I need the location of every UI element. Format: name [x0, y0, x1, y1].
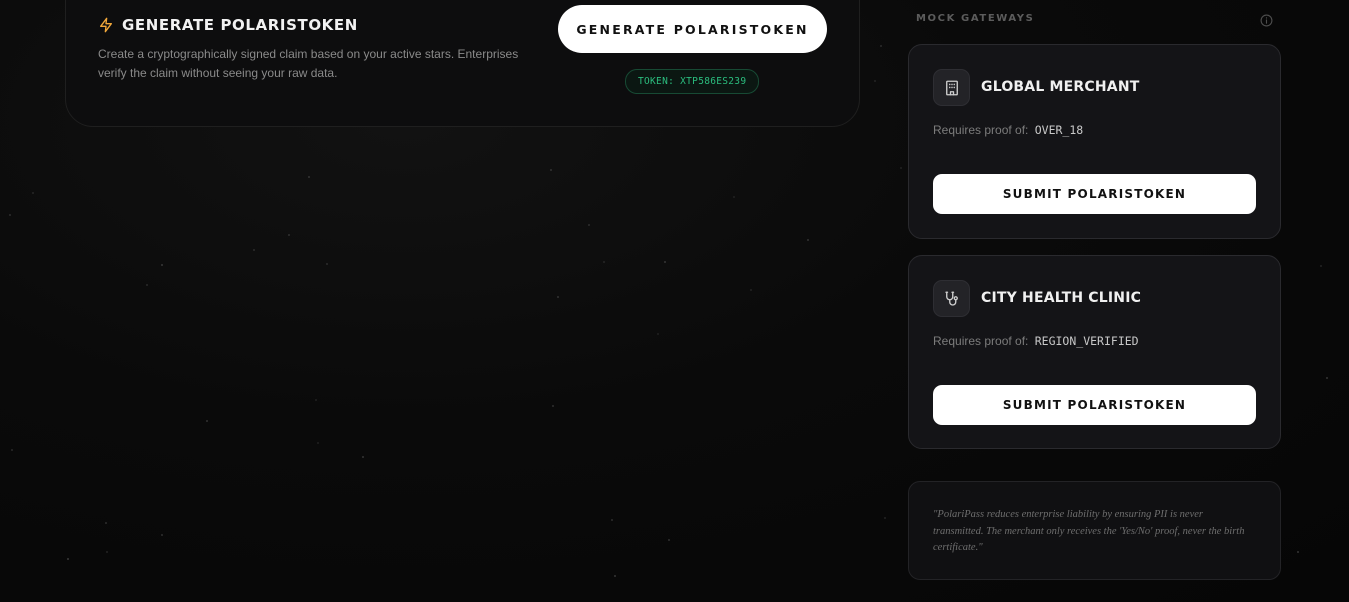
star-speck	[750, 289, 752, 291]
star-speck	[9, 214, 11, 216]
star-speck	[288, 234, 290, 236]
star-speck	[900, 167, 902, 169]
generate-title: GENERATE POLARISTOKEN	[122, 16, 358, 34]
building-icon	[933, 69, 970, 106]
star-speck	[664, 261, 666, 263]
info-icon[interactable]	[1260, 14, 1273, 32]
star-speck	[206, 420, 208, 422]
gateway-requirement: Requires proof of: OVER_18	[933, 123, 1083, 137]
generate-title-row: GENERATE POLARISTOKEN	[98, 16, 358, 34]
requirement-code: OVER_18	[1034, 123, 1084, 137]
star-speck	[874, 80, 876, 82]
star-speck	[317, 442, 319, 444]
star-speck	[884, 517, 886, 519]
star-speck	[1326, 377, 1328, 379]
lightning-icon	[98, 17, 114, 33]
gateway-card-global-merchant: GLOBAL MERCHANT Requires proof of: OVER_…	[908, 44, 1281, 239]
star-speck	[807, 239, 809, 241]
liability-quote-text: "PolariPass reduces enterprise liability…	[933, 509, 1245, 553]
requirement-code: REGION_VERIFIED	[1034, 334, 1139, 348]
star-speck	[11, 449, 13, 451]
star-speck	[308, 176, 310, 178]
star-speck	[1320, 265, 1322, 267]
star-speck	[552, 405, 554, 407]
star-speck	[32, 192, 34, 194]
star-speck	[614, 575, 616, 577]
star-speck	[326, 263, 328, 265]
star-speck	[1297, 551, 1299, 553]
star-speck	[146, 284, 148, 286]
star-speck	[657, 333, 659, 335]
submit-token-button-global-merchant[interactable]: SUBMIT POLARISTOKEN	[933, 174, 1256, 214]
requirement-prefix: Requires proof of:	[933, 334, 1029, 348]
star-speck	[668, 539, 670, 541]
star-speck	[105, 522, 107, 524]
star-speck	[550, 169, 552, 171]
gateway-requirement: Requires proof of: REGION_VERIFIED	[933, 334, 1139, 348]
requirement-prefix: Requires proof of:	[933, 123, 1029, 137]
stethoscope-icon	[933, 280, 970, 317]
star-speck	[106, 551, 108, 553]
gateway-name: GLOBAL MERCHANT	[981, 79, 1140, 95]
star-speck	[67, 558, 69, 560]
gateway-name: CITY HEALTH CLINIC	[981, 290, 1142, 306]
generate-token-button[interactable]: GENERATE POLARISTOKEN	[558, 5, 827, 53]
mock-gateways-heading: MOCK GATEWAYS	[916, 13, 1035, 24]
star-speck	[603, 261, 605, 263]
gateway-card-city-health-clinic: CITY HEALTH CLINIC Requires proof of: RE…	[908, 255, 1281, 449]
star-speck	[161, 534, 163, 536]
generate-description: Create a cryptographically signed claim …	[98, 47, 519, 80]
star-speck	[880, 45, 882, 47]
star-speck	[588, 224, 590, 226]
star-speck	[733, 196, 735, 198]
star-speck	[362, 456, 364, 458]
star-speck	[611, 519, 613, 521]
submit-token-button-city-health-clinic[interactable]: SUBMIT POLARISTOKEN	[933, 385, 1256, 425]
token-badge: TOKEN: XTP586ES239	[625, 69, 760, 94]
star-speck	[557, 296, 559, 298]
star-speck	[315, 399, 317, 401]
liability-quote-card: "PolariPass reduces enterprise liability…	[908, 481, 1281, 580]
star-speck	[253, 249, 255, 251]
star-speck	[161, 264, 163, 266]
